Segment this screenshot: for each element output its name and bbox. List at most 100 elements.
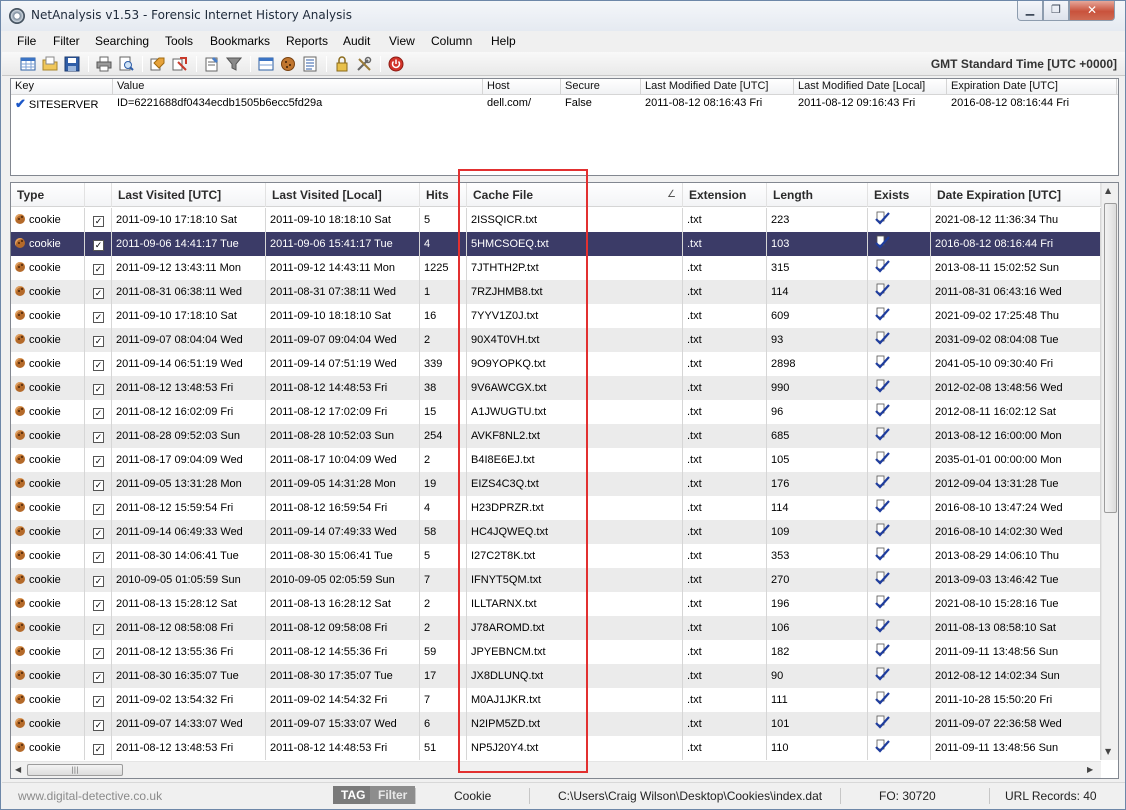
checkbox-checked-icon[interactable]: ✓ (93, 240, 104, 251)
cookie-detail-table[interactable]: Key Value Host Secure Last Modified Date… (10, 78, 1119, 176)
col-key[interactable]: Key (11, 79, 113, 95)
menu-tools[interactable]: Tools (162, 33, 196, 49)
scroll-left-icon[interactable]: ◀ (15, 765, 21, 774)
col-length[interactable]: Length (767, 183, 868, 207)
checkbox-checked-icon[interactable]: ✓ (93, 288, 104, 299)
vertical-scrollbar[interactable]: ▲ ▼ (1101, 183, 1118, 760)
menu-help[interactable]: Help (488, 33, 519, 49)
checkbox-checked-icon[interactable]: ✓ (93, 216, 104, 227)
checkbox-checked-icon[interactable]: ✓ (93, 312, 104, 323)
date-expiration-cell: 2021-08-10 15:28:16 Tue (931, 592, 1101, 616)
col-date-expiration[interactable]: Date Expiration [UTC] (931, 183, 1101, 207)
checkbox-checked-icon[interactable]: ✓ (93, 720, 104, 731)
col-modified-utc[interactable]: Last Modified Date [UTC] (641, 79, 794, 95)
table-icon[interactable] (258, 56, 274, 72)
last-visited-local-cell: 2011-08-17 10:04:09 Wed (266, 448, 420, 472)
date-expiration-cell: 2041-05-10 09:30:40 Fri (931, 352, 1101, 376)
length-cell: 196 (767, 592, 868, 616)
cookie-icon[interactable] (280, 56, 296, 72)
length-cell: 315 (767, 256, 868, 280)
type-cell: cookie (11, 304, 85, 328)
type-label: cookie (29, 718, 61, 730)
checkbox-checked-icon[interactable]: ✓ (93, 504, 104, 515)
extension-cell: .txt (683, 304, 767, 328)
col-host[interactable]: Host (483, 79, 561, 95)
scroll-down-icon[interactable]: ▼ (1105, 747, 1111, 756)
print-icon[interactable] (96, 56, 112, 72)
checkbox-checked-icon[interactable]: ✓ (93, 336, 104, 347)
checkbox-checked-icon[interactable]: ✓ (93, 648, 104, 659)
properties-icon[interactable] (204, 56, 220, 72)
scroll-up-icon[interactable]: ▲ (1105, 186, 1111, 195)
menu-file[interactable]: File (14, 33, 39, 49)
cookie-icon (15, 646, 25, 656)
col-type[interactable]: Type (11, 183, 85, 207)
col-value[interactable]: Value (113, 79, 483, 95)
open-folder-icon[interactable] (42, 56, 58, 72)
checkbox-checked-icon[interactable]: ✓ (93, 576, 104, 587)
menu-view[interactable]: View (386, 33, 418, 49)
checkbox-checked-icon[interactable]: ✓ (93, 744, 104, 755)
extension-cell: .txt (683, 472, 767, 496)
length-cell: 111 (767, 688, 868, 712)
tag-record-icon[interactable] (150, 56, 166, 72)
menu-filter[interactable]: Filter (50, 33, 83, 49)
save-icon[interactable] (64, 56, 80, 72)
type-label: cookie (29, 406, 61, 418)
menu-bookmarks[interactable]: Bookmarks (207, 33, 273, 49)
menu-column[interactable]: Column (428, 33, 475, 49)
checkbox-checked-icon[interactable]: ✓ (93, 432, 104, 443)
untag-record-icon[interactable] (172, 56, 188, 72)
checkbox-checked-icon[interactable]: ✓ (93, 456, 104, 467)
check-cell: ✓ (85, 592, 112, 616)
checkbox-checked-icon[interactable]: ✓ (93, 528, 104, 539)
col-last-visited-local[interactable]: Last Visited [Local] (266, 183, 420, 207)
checkbox-checked-icon[interactable]: ✓ (93, 384, 104, 395)
checkbox-checked-icon[interactable]: ✓ (93, 360, 104, 371)
maximize-button[interactable]: ❐ (1043, 1, 1069, 21)
col-exists[interactable]: Exists (868, 183, 931, 207)
exists-cell (868, 496, 931, 520)
col-check[interactable] (85, 183, 112, 207)
checkbox-checked-icon[interactable]: ✓ (93, 600, 104, 611)
host-cell: dell.com/ (487, 97, 532, 109)
scroll-right-icon[interactable]: ▶ (1087, 765, 1093, 774)
horizontal-scroll-thumb[interactable]: ||| (27, 764, 123, 776)
last-visited-local-cell: 2011-09-02 14:54:32 Fri (266, 688, 420, 712)
cookie-detail-row[interactable]: ✔ SITESERVER ID=6221688df0434ecdb1505b6ec… (11, 96, 1118, 112)
extension-cell: .txt (683, 592, 767, 616)
menu-audit[interactable]: Audit (340, 33, 373, 49)
highlight-annotation (458, 169, 588, 773)
grid-view-icon[interactable] (20, 56, 36, 72)
col-extension[interactable]: Extension (683, 183, 767, 207)
checkbox-checked-icon[interactable]: ✓ (93, 672, 104, 683)
col-expiration-utc[interactable]: Expiration Date [UTC] (947, 79, 1117, 95)
checkbox-checked-icon[interactable]: ✓ (93, 408, 104, 419)
date-expiration-cell: 2016-08-12 08:16:44 Fri (931, 232, 1101, 256)
website-link[interactable]: www.digital-detective.co.uk (18, 787, 162, 805)
vertical-scroll-thumb[interactable] (1104, 203, 1117, 513)
check-cell: ✓ (85, 208, 112, 232)
expiration-utc-cell: 2016-08-12 08:16:44 Fri (951, 97, 1070, 109)
exists-icon (874, 643, 890, 657)
checkbox-checked-icon[interactable]: ✓ (93, 696, 104, 707)
checkbox-checked-icon[interactable]: ✓ (93, 480, 104, 491)
history-list-icon[interactable] (302, 56, 318, 72)
tools-icon[interactable] (356, 56, 372, 72)
lock-icon[interactable] (334, 56, 350, 72)
power-exit-icon[interactable] (388, 56, 404, 72)
type-label: cookie (29, 670, 61, 682)
filter-funnel-icon[interactable] (225, 56, 243, 72)
checkbox-checked-icon[interactable]: ✓ (93, 624, 104, 635)
checkbox-checked-icon[interactable]: ✓ (93, 552, 104, 563)
col-last-visited-utc[interactable]: Last Visited [UTC] (112, 183, 266, 207)
close-button[interactable]: ✕ (1069, 1, 1115, 21)
checkbox-checked-icon[interactable]: ✓ (93, 264, 104, 275)
col-modified-local[interactable]: Last Modified Date [Local] (794, 79, 947, 95)
minimize-button[interactable]: ▁ (1017, 1, 1043, 21)
menu-reports[interactable]: Reports (283, 33, 331, 49)
print-preview-icon[interactable] (118, 56, 134, 72)
title-bar[interactable]: NetAnalysis v1.53 - Forensic Internet Hi… (1, 1, 1125, 31)
col-secure[interactable]: Secure (561, 79, 641, 95)
menu-searching[interactable]: Searching (92, 33, 152, 49)
